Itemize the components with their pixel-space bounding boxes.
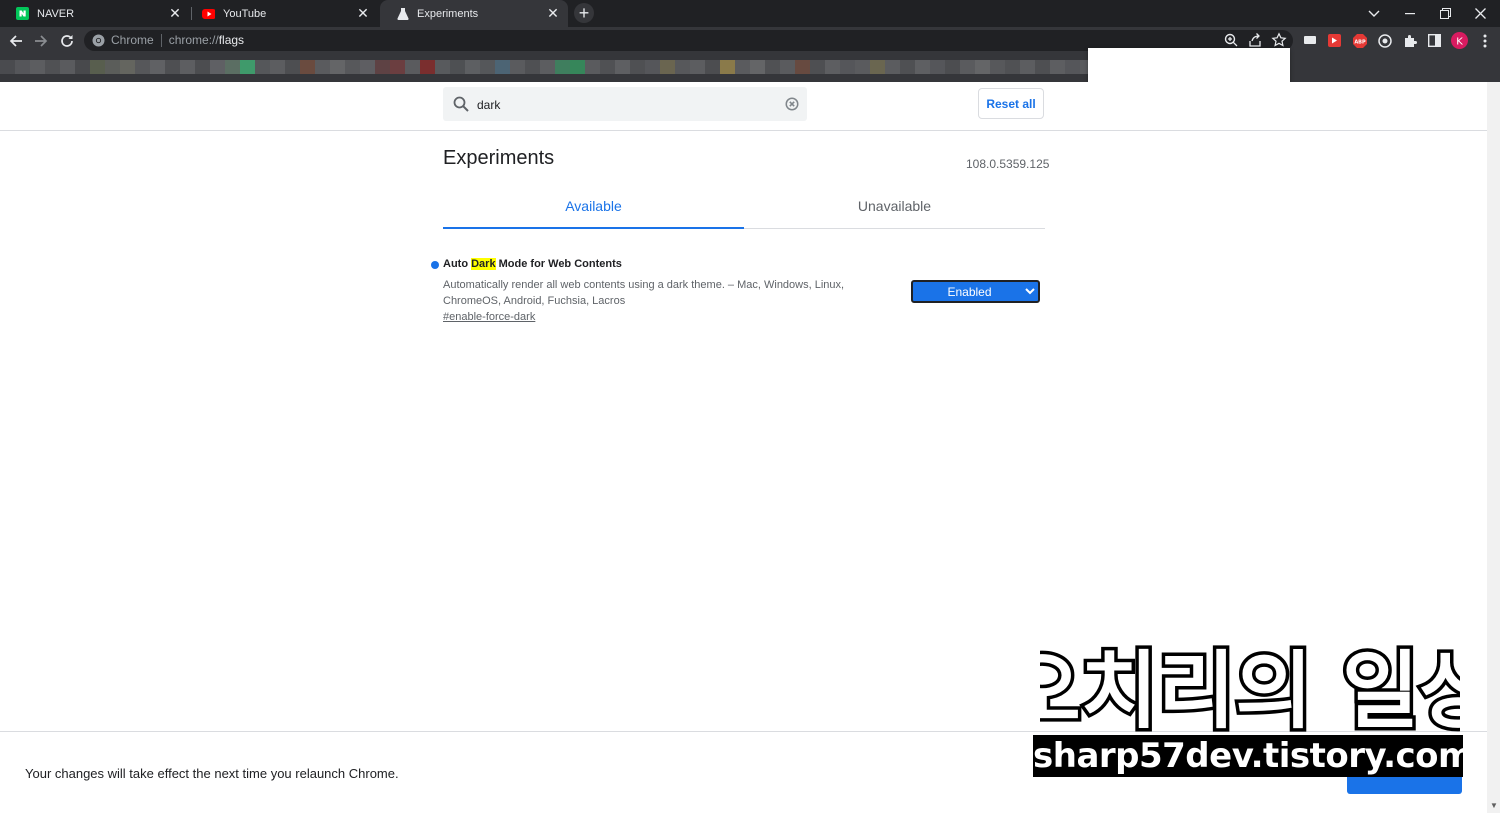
flags-header: Reset all bbox=[0, 82, 1500, 131]
avatar[interactable]: K bbox=[1450, 31, 1469, 50]
watermark-logo: 오치리의 일상 bbox=[1040, 640, 1460, 732]
clear-search-icon[interactable] bbox=[785, 97, 799, 116]
puzzle-icon[interactable] bbox=[1400, 31, 1419, 50]
chrome-icon bbox=[92, 34, 105, 47]
close-icon[interactable]: ✕ bbox=[168, 6, 182, 20]
avatar-initial: K bbox=[1456, 37, 1463, 48]
tab-search-icon[interactable] bbox=[1357, 0, 1391, 27]
page-title: Experiments bbox=[443, 147, 555, 169]
experiments-tabs: Available Unavailable bbox=[443, 190, 1045, 229]
naver-icon bbox=[16, 7, 29, 20]
tab-unavailable[interactable]: Unavailable bbox=[744, 190, 1045, 227]
tab-label: NAVER bbox=[37, 7, 75, 20]
search-box bbox=[443, 87, 807, 121]
youtube-icon bbox=[202, 7, 215, 20]
extension-screen-icon[interactable] bbox=[1300, 31, 1319, 50]
reset-all-button[interactable]: Reset all bbox=[978, 88, 1044, 119]
experiment-description: Automatically render all web contents us… bbox=[443, 279, 845, 307]
tab-label: YouTube bbox=[223, 7, 267, 20]
close-window-button[interactable] bbox=[1463, 0, 1497, 27]
url-scheme: chrome:// bbox=[168, 33, 219, 47]
tab-naver[interactable]: NAVER ✕ bbox=[0, 0, 190, 27]
extension-red-icon[interactable] bbox=[1325, 31, 1344, 50]
relaunch-message: Your changes will take effect the next t… bbox=[25, 766, 399, 781]
restore-button[interactable] bbox=[1428, 0, 1462, 27]
tab-strip: NAVER ✕ YouTube ✕ Experiments ✕ + bbox=[0, 0, 1500, 27]
tab-label: Experiments bbox=[417, 7, 479, 20]
url-host: flags bbox=[218, 33, 245, 47]
search-input[interactable] bbox=[475, 94, 779, 116]
site-chip-label: Chrome bbox=[111, 33, 154, 47]
reload-button[interactable] bbox=[57, 31, 77, 51]
tab-experiments[interactable]: Experiments ✕ bbox=[380, 0, 568, 27]
forward-button[interactable] bbox=[31, 31, 51, 51]
blurred-popup bbox=[1088, 48, 1290, 86]
back-button[interactable] bbox=[6, 31, 26, 51]
experiment-name: Auto Dark Mode for Web Contents bbox=[443, 258, 622, 270]
scrollbar[interactable]: ▼ bbox=[1487, 82, 1500, 813]
tab-available[interactable]: Available bbox=[443, 190, 744, 229]
tab-youtube[interactable]: YouTube ✕ bbox=[186, 0, 378, 27]
extension-circle-icon[interactable] bbox=[1375, 31, 1394, 50]
search-highlight: Dark bbox=[471, 258, 496, 270]
close-icon[interactable]: ✕ bbox=[546, 6, 560, 20]
svg-text:오치리의 일상: 오치리의 일상 bbox=[1040, 642, 1460, 732]
menu-icon[interactable] bbox=[1475, 31, 1494, 50]
svg-text:ABP: ABP bbox=[1354, 39, 1366, 45]
close-icon[interactable]: ✕ bbox=[356, 6, 370, 20]
adblock-icon[interactable]: ABP bbox=[1350, 31, 1369, 50]
experiment-permalink[interactable]: #enable-force-dark bbox=[443, 311, 535, 323]
watermark-url: sharp57dev.tistory.com bbox=[1033, 735, 1473, 777]
new-tab-button[interactable]: + bbox=[574, 3, 594, 23]
version-label: 108.0.5359.125 bbox=[966, 157, 1050, 171]
minimize-button[interactable] bbox=[1393, 0, 1427, 27]
scroll-down-icon[interactable]: ▼ bbox=[1490, 801, 1498, 810]
search-icon bbox=[453, 96, 469, 117]
modified-indicator bbox=[431, 261, 439, 269]
flask-icon bbox=[396, 7, 409, 20]
side-panel-icon[interactable] bbox=[1425, 31, 1444, 50]
experiment-state-select[interactable]: Enabled bbox=[911, 280, 1040, 303]
